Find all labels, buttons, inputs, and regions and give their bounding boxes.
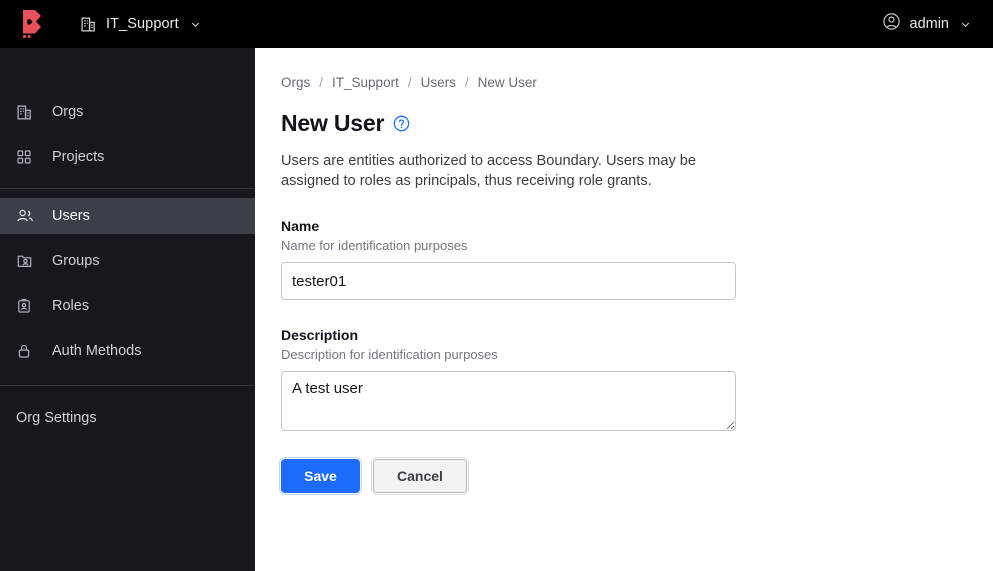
app-root: IT_Support admin Orgs Projects Users Gro…: [0, 0, 993, 571]
sidebar-item-groups[interactable]: Groups: [0, 243, 255, 279]
field-spacer: [281, 300, 993, 326]
user-menu[interactable]: admin: [874, 0, 993, 48]
org-switcher[interactable]: IT_Support: [72, 0, 209, 48]
sidebar-item-roles[interactable]: Roles: [0, 288, 255, 324]
page-title-row: New User: [281, 110, 993, 137]
chevron-down-icon: [960, 19, 971, 30]
user-circle-icon: [882, 12, 901, 36]
chevron-down-icon: [190, 19, 201, 30]
sidebar-item-label: Roles: [52, 297, 90, 314]
sidebar-navigation: Orgs Projects Users Groups Roles Auth Me…: [0, 48, 263, 571]
breadcrumb-separator: /: [464, 74, 469, 90]
building-icon: [16, 102, 38, 122]
sidebar-item-projects[interactable]: Projects: [0, 139, 255, 175]
top-header-bar: IT_Support admin: [0, 0, 993, 48]
sidebar-item-org-settings[interactable]: Org Settings: [0, 400, 255, 436]
form-actions: Save Cancel: [281, 459, 993, 493]
description-help-text: Description for identification purposes: [281, 347, 498, 362]
sidebar-item-label: Org Settings: [16, 409, 97, 426]
id-card-icon: [16, 296, 38, 316]
sidebar-group-primary: Orgs Projects: [0, 94, 255, 175]
page-description: Users are entities authorized to access …: [281, 153, 697, 189]
breadcrumb: Orgs / IT_Support / Users / New User: [281, 74, 993, 90]
sidebar-item-label: Groups: [52, 252, 100, 269]
lock-icon: [16, 341, 38, 361]
sidebar-item-orgs[interactable]: Orgs: [0, 94, 255, 130]
sidebar-item-users[interactable]: Users: [0, 198, 263, 234]
sidebar-item-label: Users: [52, 207, 90, 224]
breadcrumb-separator: /: [319, 74, 324, 90]
sidebar-item-label: Auth Methods: [52, 342, 142, 359]
main-content: Orgs / IT_Support / Users / New User New…: [255, 48, 993, 571]
save-button[interactable]: Save: [281, 459, 360, 493]
org-name-label: IT_Support: [106, 16, 179, 32]
folder-users-icon: [16, 251, 38, 271]
sidebar-divider-secondary: [0, 385, 255, 386]
description-label: Description: [281, 327, 359, 343]
breadcrumb-item-org[interactable]: IT_Support: [332, 75, 399, 90]
help-circle-icon[interactable]: [393, 115, 410, 132]
sidebar-item-auth-methods[interactable]: Auth Methods: [0, 333, 255, 369]
sidebar-item-label: Projects: [52, 148, 105, 165]
breadcrumb-item-users[interactable]: Users: [421, 75, 456, 90]
breadcrumb-item-current: New User: [477, 74, 537, 90]
boundary-logo[interactable]: [0, 0, 64, 48]
name-field-group: Name Name for identification purposes: [281, 217, 993, 300]
user-name-label: admin: [909, 16, 950, 32]
description-textarea[interactable]: [281, 371, 736, 431]
name-label: Name: [281, 218, 320, 234]
cancel-button[interactable]: Cancel: [373, 459, 467, 493]
building-icon: [80, 16, 97, 33]
description-field-group: Description Description for identificati…: [281, 326, 993, 431]
name-help-text: Name for identification purposes: [281, 238, 468, 253]
sidebar-group-iam: Users Groups Roles Auth Methods: [0, 198, 263, 369]
users-icon: [16, 206, 38, 226]
breadcrumb-item-orgs[interactable]: Orgs: [281, 75, 310, 90]
sidebar-divider: [0, 188, 255, 189]
sidebar-item-label: Orgs: [52, 103, 84, 120]
grid-icon: [16, 147, 38, 167]
breadcrumb-separator: /: [407, 74, 412, 90]
page-title: New User: [281, 110, 385, 136]
name-input[interactable]: [281, 262, 736, 300]
